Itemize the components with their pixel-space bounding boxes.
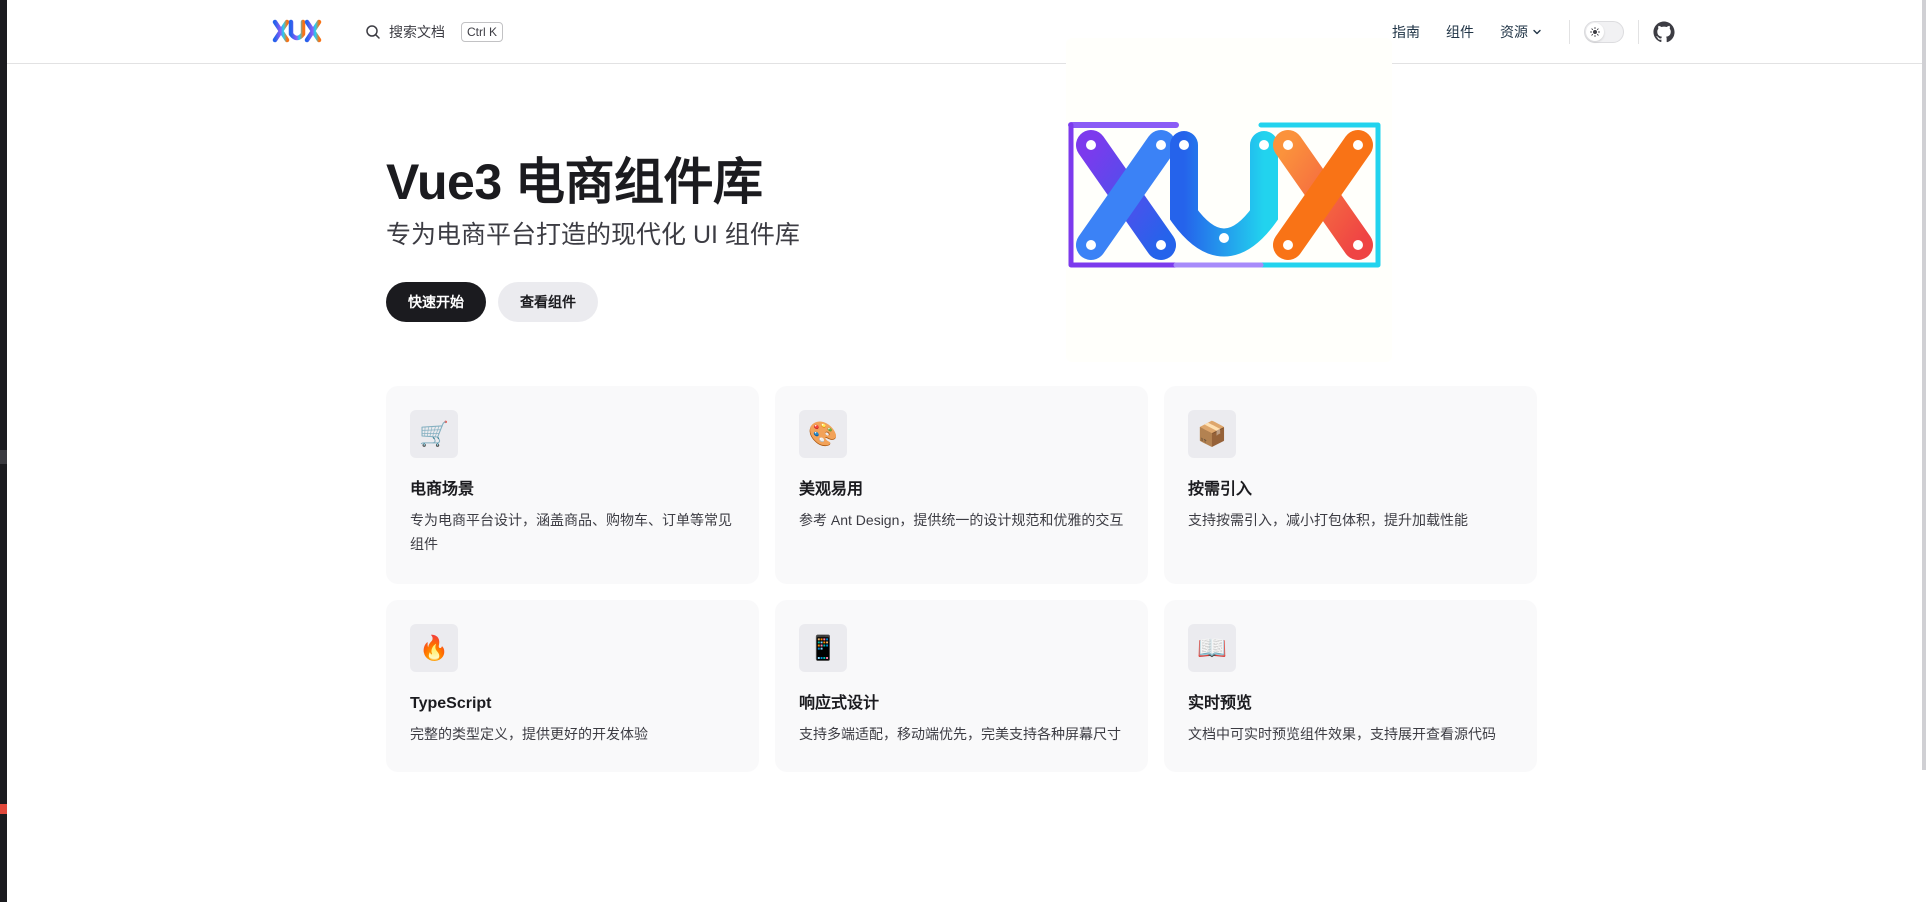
feature-title: 美观易用 (799, 481, 864, 498)
fire-icon: 🔥 (410, 624, 458, 672)
nav-link-resources[interactable]: 资源 (1487, 22, 1555, 42)
shopping-cart-icon: 🛒 (410, 410, 458, 458)
nav-link-components[interactable]: 组件 (1433, 22, 1487, 42)
edge-marker-red (0, 804, 7, 814)
top-navbar: 搜索文档 Ctrl K 指南 组件 资源 (7, 0, 1922, 64)
github-icon[interactable] (1653, 21, 1675, 43)
feature-card[interactable]: 🎨 美观易用 参考 Ant Design，提供统一的设计规范和优雅的交互 (775, 386, 1148, 584)
feature-details: 专为电商平台设计，涵盖商品、购物车、订单等常见组件 (410, 512, 732, 552)
hero-tagline: 专为电商平台打造的现代化 UI 组件库 (386, 221, 800, 249)
nav-divider (1569, 20, 1570, 44)
get-started-button[interactable]: 快速开始 (386, 282, 486, 322)
feature-details: 参考 Ant Design，提供统一的设计规范和优雅的交互 (799, 512, 1124, 528)
feature-title: 实时预览 (1188, 695, 1253, 712)
toggle-knob (1586, 23, 1604, 41)
view-components-button[interactable]: 查看组件 (498, 282, 598, 322)
feature-card[interactable]: 📱 响应式设计 支持多端适配，移动端优先，完美支持各种屏幕尺寸 (775, 600, 1148, 772)
hero-logo-image (1068, 122, 1381, 268)
mobile-icon: 📱 (799, 624, 847, 672)
hero-title: Vue3 电商组件库 (386, 154, 763, 210)
chevron-down-icon (1533, 29, 1541, 35)
nav-menu: 指南 组件 资源 (1379, 0, 1675, 64)
search-icon (366, 25, 380, 39)
features-grid: 🛒 电商场景 专为电商平台设计，涵盖商品、购物车、订单等常见组件 🎨 美观易用 … (386, 386, 1538, 772)
scrollbar[interactable] (1922, 0, 1926, 770)
feature-details: 支持按需引入，减小打包体积，提升加载性能 (1188, 512, 1468, 528)
feature-card[interactable]: 📦 按需引入 支持按需引入，减小打包体积，提升加载性能 (1164, 386, 1537, 584)
search-box[interactable]: 搜索文档 Ctrl K (365, 20, 503, 44)
feature-title: 响应式设计 (799, 695, 880, 712)
search-label: 搜索文档 (389, 24, 445, 40)
search-shortcut-badge: Ctrl K (461, 22, 503, 42)
feature-details: 完整的类型定义，提供更好的开发体验 (410, 726, 648, 742)
feature-title: TypeScript (410, 695, 492, 712)
nav-divider (1638, 20, 1639, 44)
feature-title: 电商场景 (410, 481, 475, 498)
brand-logo[interactable] (272, 18, 322, 44)
feature-title: 按需引入 (1188, 481, 1253, 498)
package-icon: 📦 (1188, 410, 1236, 458)
hero-actions: 快速开始 查看组件 (386, 282, 598, 322)
left-window-edge (0, 0, 7, 902)
feature-card[interactable]: 🛒 电商场景 专为电商平台设计，涵盖商品、购物车、订单等常见组件 (386, 386, 759, 584)
hero-image (1066, 38, 1392, 362)
feature-card[interactable]: 🔥 TypeScript 完整的类型定义，提供更好的开发体验 (386, 600, 759, 772)
nav-link-label: 资源 (1500, 24, 1528, 40)
feature-card[interactable]: 📖 实时预览 文档中可实时预览组件效果，支持展开查看源代码 (1164, 600, 1537, 772)
nav-link-label: 组件 (1446, 24, 1474, 40)
feature-details: 支持多端适配，移动端优先，完美支持各种屏幕尺寸 (799, 726, 1121, 742)
feature-details: 文档中可实时预览组件效果，支持展开查看源代码 (1188, 726, 1496, 742)
palette-icon: 🎨 (799, 410, 847, 458)
nav-link-label: 指南 (1392, 24, 1420, 40)
appearance-toggle[interactable] (1584, 21, 1624, 43)
edge-marker (0, 450, 7, 464)
sun-icon (1590, 27, 1600, 37)
book-icon: 📖 (1188, 624, 1236, 672)
